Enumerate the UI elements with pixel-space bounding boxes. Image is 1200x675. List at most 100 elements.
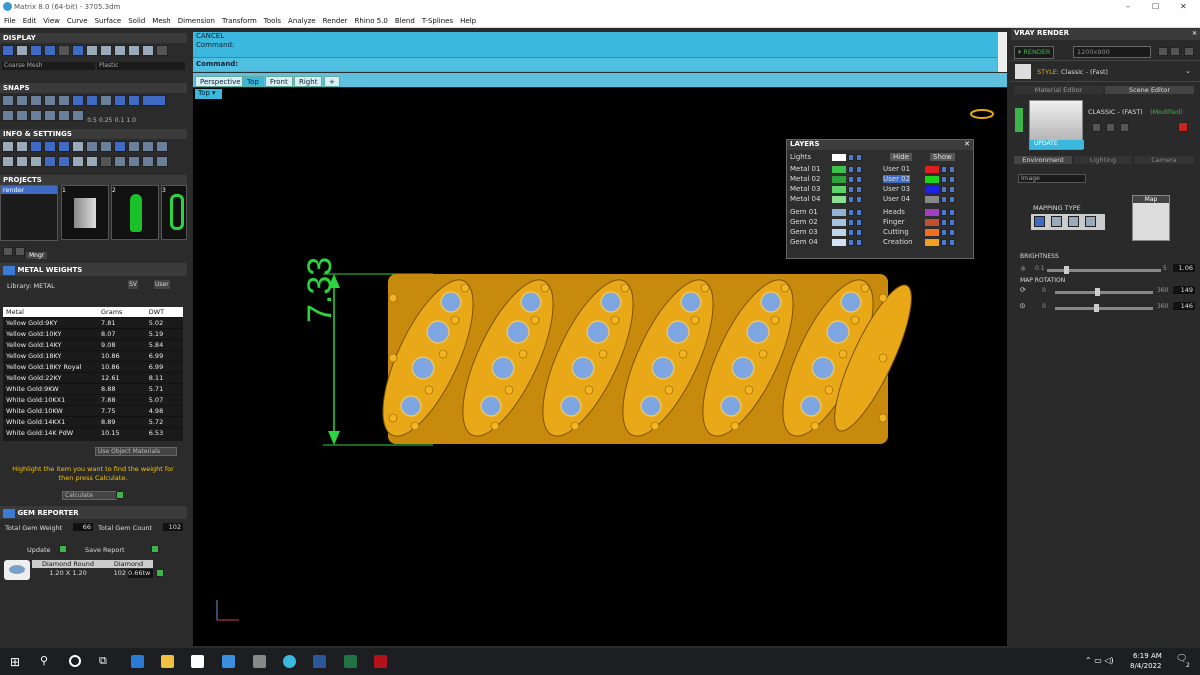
lock-icon[interactable] [941,209,947,216]
environment-select[interactable]: Image [1018,174,1086,183]
search-icon[interactable]: ⚲ [40,654,48,667]
mail-icon[interactable] [222,655,235,668]
rotation2-slider[interactable] [1055,304,1153,312]
snap-icon[interactable] [142,95,166,106]
snap-icon[interactable] [30,110,42,121]
lock-icon[interactable] [941,166,947,173]
project-thumb[interactable]: 1 [61,185,109,240]
layer-swatch-2[interactable] [832,186,846,193]
brightness-value[interactable]: 1.06 [1173,264,1195,272]
system-tray-icons[interactable]: ⌃ ▭ ◁) [1085,656,1114,665]
display-tool-icon[interactable] [30,45,42,56]
menu-tsplines[interactable]: T-Splines [418,14,456,25]
layer-row[interactable]: Metal 01 [790,165,876,174]
visible-icon[interactable] [949,209,955,216]
info-icon[interactable] [16,156,28,167]
excel-icon[interactable] [344,655,357,668]
layer-swatch-r1[interactable] [925,176,939,183]
snap-value[interactable]: 1.0 [126,117,136,124]
next-icon[interactable] [1170,47,1180,56]
resolution-field[interactable]: 1200x900 [1073,46,1151,58]
menu-view[interactable]: View [39,14,63,25]
visible-icon[interactable] [856,219,862,226]
rotation2-value[interactable]: 146 [1173,302,1195,310]
lock-icon[interactable] [941,229,947,236]
rotation1-slider[interactable] [1055,288,1153,296]
info-icon[interactable] [16,141,28,152]
maximize-button[interactable]: ☐ [1152,2,1159,11]
info-icon[interactable] [128,141,140,152]
info-icon[interactable] [114,156,126,167]
info-icon[interactable] [30,141,42,152]
layer-row[interactable]: Gem 01 [790,208,876,217]
display-tool-icon[interactable] [114,45,126,56]
display-tool-icon[interactable] [58,45,70,56]
mapping-dome-icon[interactable] [1068,216,1079,227]
command-prompt[interactable]: Command: [193,57,997,71]
display-tool-icon[interactable] [44,45,56,56]
visible-icon[interactable] [949,196,955,203]
snap-icon[interactable] [2,110,14,121]
snap-value[interactable]: 0.25 [99,117,112,124]
tab-material-editor[interactable]: Material Editor [1014,86,1103,94]
visible-icon[interactable] [856,176,862,183]
layer-row[interactable]: Cutting [883,228,969,237]
layer-row[interactable]: Gem 02 [790,218,876,227]
preset-tool-icon[interactable] [1106,123,1115,132]
preset-update-button[interactable]: UPDATE [1030,140,1084,149]
display-tool-icon[interactable] [100,45,112,56]
record-icon[interactable] [1178,122,1188,132]
info-icon[interactable] [114,141,126,152]
save-report-button[interactable]: Save Report [85,546,125,554]
visible-icon[interactable] [856,186,862,193]
preset-tool-icon[interactable] [1092,123,1101,132]
visible-icon[interactable] [949,166,955,173]
menu-mesh[interactable]: Mesh [148,14,173,25]
lock-icon[interactable] [848,209,854,216]
tab-front[interactable]: Front [265,76,293,87]
visible-icon[interactable] [949,219,955,226]
layer-row[interactable]: User 02 [883,175,969,184]
close-icon[interactable]: ✕ [1192,30,1197,37]
table-row[interactable]: White Gold:14K PdW 10.15 6.53 [3,427,183,438]
menu-blend[interactable]: Blend [391,14,418,25]
menu-analyze[interactable]: Analyze [284,14,319,25]
word-icon[interactable] [313,655,326,668]
command-scrollbar[interactable] [998,32,1007,72]
lock-icon[interactable] [941,239,947,246]
menu-transform[interactable]: Transform [218,14,260,25]
menu-dimension[interactable]: Dimension [174,14,218,25]
tab-perspective[interactable]: Perspective [195,76,246,87]
lock-icon[interactable] [941,186,947,193]
mapping-box-icon[interactable] [1051,216,1062,227]
info-icon[interactable] [44,141,56,152]
layer-swatch-r6[interactable] [925,229,939,236]
layer-swatch-r2[interactable] [925,186,939,193]
layer-swatch-r3[interactable] [925,196,939,203]
table-row[interactable]: Yellow Gold:9KY 7.81 5.02 [3,317,183,329]
layer-swatch-1[interactable] [832,176,846,183]
visible-icon[interactable] [856,154,862,161]
table-row[interactable]: Yellow Gold:10KY 8.07 5.19 [3,328,183,340]
lights-swatch[interactable] [832,154,846,161]
windows-start-icon[interactable]: ⊞ [10,655,20,669]
chevron-down-icon[interactable]: ⌄ [1185,67,1191,75]
layer-swatch-3[interactable] [832,196,846,203]
app-icon[interactable] [283,655,296,668]
layer-row[interactable]: Metal 03 [790,185,876,194]
lock-icon[interactable] [941,196,947,203]
use-object-materials-select[interactable]: Use Object Materials [95,447,177,456]
visible-icon[interactable] [856,196,862,203]
edge-icon[interactable] [131,655,144,668]
snap-icon[interactable] [16,95,28,106]
close-button[interactable]: ✕ [1180,2,1187,11]
info-icon[interactable] [86,156,98,167]
table-row[interactable]: White Gold:10KX1 7.88 5.07 [3,394,183,406]
layer-row[interactable]: Finger [883,218,969,227]
sv-toggle[interactable]: SV [128,280,138,289]
store-icon[interactable] [191,655,204,668]
info-icon[interactable] [100,156,112,167]
snap-icon[interactable] [58,110,70,121]
layer-row[interactable]: Gem 03 [790,228,876,237]
layer-row[interactable]: User 03 [883,185,969,194]
